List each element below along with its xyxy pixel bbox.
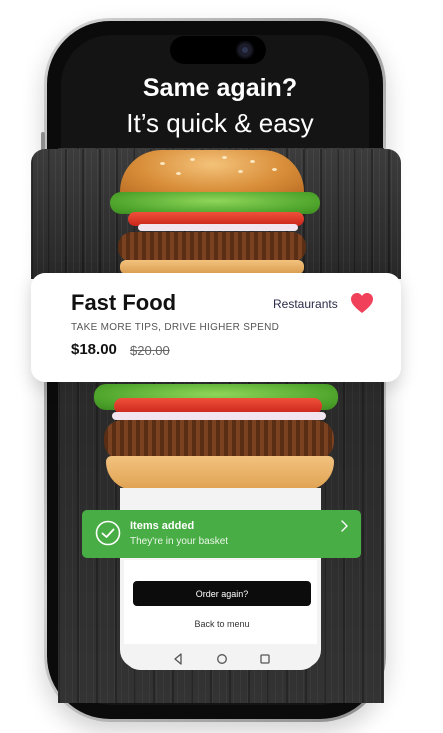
heart-icon[interactable] bbox=[350, 292, 374, 314]
order-again-button[interactable]: Order again? bbox=[133, 581, 311, 606]
items-added-toast[interactable]: Items added They're in your basket bbox=[82, 510, 361, 558]
product-title: Fast Food bbox=[71, 290, 177, 315]
check-circle-icon bbox=[95, 520, 121, 546]
product-card[interactable]: Fast Food Restaurants TAKE MORE TIPS, DR… bbox=[31, 273, 401, 382]
camera-icon bbox=[236, 41, 254, 59]
chevron-right-icon[interactable] bbox=[339, 519, 349, 533]
home-circle-icon[interactable] bbox=[216, 653, 228, 665]
back-triangle-icon[interactable] bbox=[172, 653, 184, 665]
recents-square-icon[interactable] bbox=[259, 653, 271, 665]
back-to-menu-link[interactable]: Back to menu bbox=[133, 619, 311, 629]
product-subtitle: TAKE MORE TIPS, DRIVE HIGHER SPEND bbox=[71, 322, 280, 333]
product-category-link[interactable]: Restaurants bbox=[273, 297, 338, 311]
product-price: $18.00 bbox=[71, 341, 117, 358]
toast-title: Items added bbox=[130, 520, 195, 532]
toast-subtitle: They're in your basket bbox=[130, 536, 229, 547]
headline-subtitle: It’s quick & easy bbox=[126, 108, 314, 138]
product-old-price: $20.00 bbox=[130, 343, 170, 358]
headline-title: Same again? bbox=[142, 74, 298, 102]
